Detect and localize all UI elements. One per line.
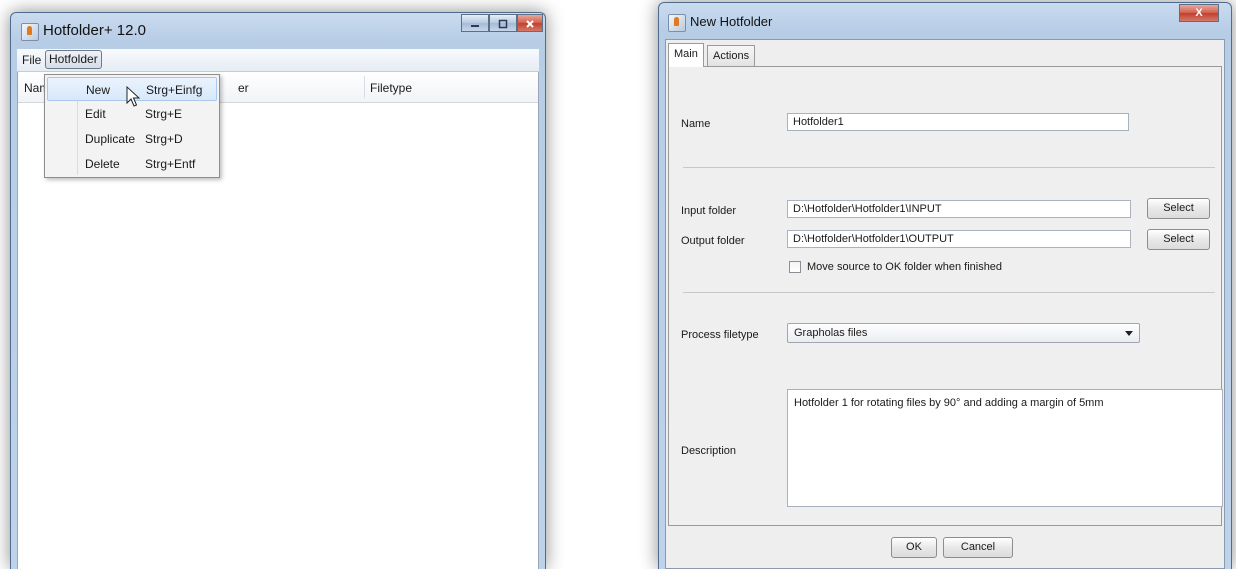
chevron-down-icon xyxy=(1125,331,1133,336)
process-filetype-label: Process filetype xyxy=(681,329,759,341)
menu-item-duplicate[interactable]: Duplicate Strg+D xyxy=(47,127,217,151)
new-hotfolder-dialog: New Hotfolder X Main Actions Name Hotfol… xyxy=(658,2,1232,569)
menu-item-accelerator: Strg+Entf xyxy=(145,157,196,171)
menu-item-label: New xyxy=(86,83,111,97)
move-source-checkbox[interactable] xyxy=(789,261,801,273)
menu-item-label: Edit xyxy=(85,107,106,121)
close-icon: X xyxy=(1195,7,1203,19)
minimize-button[interactable] xyxy=(461,14,489,32)
main-titlebar[interactable]: Hotfolder+ 12.0 xyxy=(11,13,545,43)
java-app-icon xyxy=(21,23,39,41)
process-filetype-value: Grapholas files xyxy=(794,327,868,339)
menubar: File Hotfolder xyxy=(17,49,539,72)
process-filetype-dropdown[interactable]: Grapholas files xyxy=(787,323,1140,343)
menu-item-label: Delete xyxy=(85,157,120,171)
dialog-titlebar[interactable]: New Hotfolder X xyxy=(659,3,1231,33)
tab-actions[interactable]: Actions xyxy=(707,45,756,66)
main-tab-panel: Name Hotfolder1 Input folder D:\Hotfolde… xyxy=(668,66,1223,526)
separator xyxy=(683,167,1215,168)
dialog-body: Main Actions Name Hotfolder1 Input folde… xyxy=(665,39,1225,569)
column-header-folder[interactable]: er xyxy=(238,81,249,95)
column-header-filetype[interactable]: Filetype xyxy=(370,81,412,95)
tab-main[interactable]: Main xyxy=(668,43,704,67)
description-label: Description xyxy=(681,445,737,457)
menu-item-delete[interactable]: Delete Strg+Entf xyxy=(47,152,217,176)
mouse-pointer-icon xyxy=(126,86,140,107)
dialog-title: New Hotfolder xyxy=(690,14,773,29)
output-folder-label: Output folder xyxy=(681,235,745,247)
select-output-folder-button[interactable]: Select xyxy=(1147,229,1210,250)
move-source-label[interactable]: Move source to OK folder when finished xyxy=(807,261,1002,273)
dialog-footer: OK Cancel xyxy=(668,527,1222,568)
input-folder-field[interactable]: D:\Hotfolder\Hotfolder1\INPUT xyxy=(787,200,1131,218)
maximize-button[interactable] xyxy=(489,14,517,32)
input-folder-label: Input folder xyxy=(681,205,737,217)
description-textarea[interactable]: Hotfolder 1 for rotating files by 90° an… xyxy=(787,389,1223,507)
output-folder-field[interactable]: D:\Hotfolder\Hotfolder1\OUTPUT xyxy=(787,230,1131,248)
name-label: Name xyxy=(681,118,711,130)
close-icon xyxy=(526,20,534,28)
ok-button[interactable]: OK xyxy=(891,537,937,558)
close-button[interactable] xyxy=(517,14,543,32)
dialog-close-button[interactable]: X xyxy=(1179,4,1219,22)
select-input-folder-button[interactable]: Select xyxy=(1147,198,1210,219)
java-app-icon xyxy=(668,14,686,32)
separator xyxy=(683,292,1215,293)
menu-hotfolder[interactable]: Hotfolder xyxy=(45,50,102,69)
menu-item-accelerator: Strg+E xyxy=(145,107,183,121)
maximize-icon xyxy=(498,19,508,29)
main-window-title: Hotfolder+ 12.0 xyxy=(43,22,146,39)
cancel-button[interactable]: Cancel xyxy=(943,537,1013,558)
menu-item-label: Duplicate xyxy=(85,132,136,146)
minimize-icon xyxy=(471,25,479,27)
menu-item-accelerator: Strg+Einfg xyxy=(146,83,203,97)
name-field[interactable]: Hotfolder1 xyxy=(787,113,1129,131)
menu-file[interactable]: File xyxy=(19,52,44,68)
column-divider[interactable] xyxy=(364,76,365,98)
menu-item-accelerator: Strg+D xyxy=(145,132,183,146)
